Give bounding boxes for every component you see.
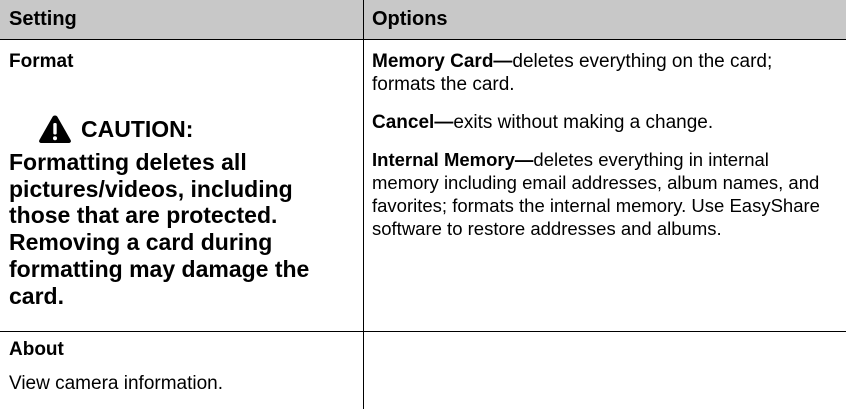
option-cancel: Cancel—exits without making a change. [372,111,838,134]
option-dash: — [493,51,513,72]
row-divider [0,331,846,332]
header-options: Options [363,0,846,39]
header-setting: Setting [0,0,363,39]
option-term: Cancel [372,112,435,133]
header-setting-label: Setting [9,8,77,30]
option-memory-card: Memory Card—deletes everything on the ca… [372,50,838,96]
about-description: View camera information. [9,373,224,394]
option-term: Internal Memory [372,149,515,170]
header-rule [0,39,846,40]
caution-text: Formatting deletes all pictures/videos, … [9,149,310,309]
option-term: Memory Card [372,51,494,72]
option-desc: exits without making a change. [453,112,714,133]
about-title: About [9,339,64,360]
caution-heading: CAUTION: [38,113,193,145]
format-title: Format [9,51,74,72]
option-dash: — [434,112,454,133]
caution-label: CAUTION: [81,115,194,142]
option-dash: — [514,149,534,170]
header-options-label: Options [372,8,448,30]
option-internal-memory: Internal Memory—deletes everything in in… [372,148,838,240]
column-divider [363,0,364,409]
warning-triangle-icon [39,115,71,143]
